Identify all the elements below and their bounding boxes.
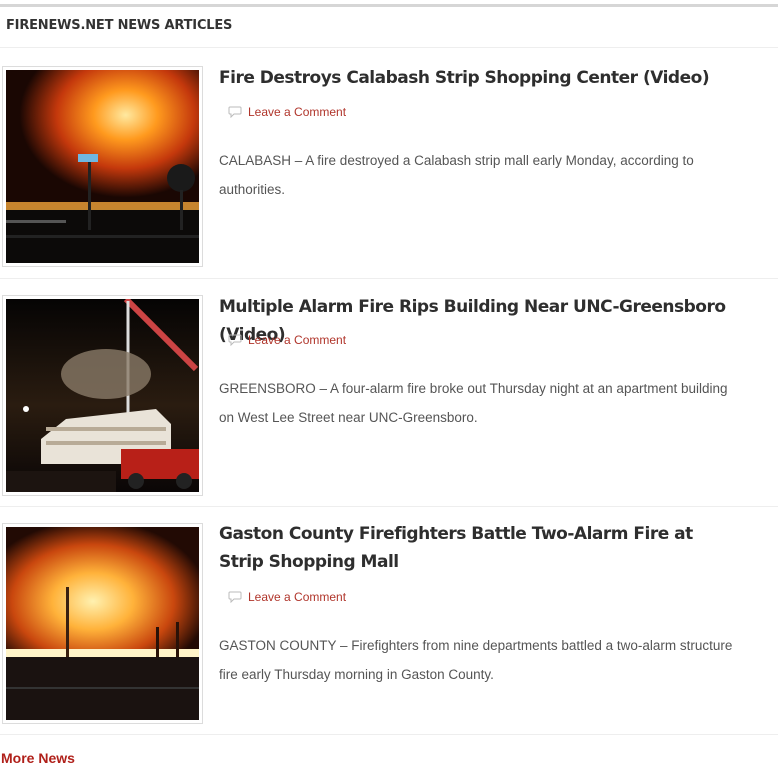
comment-bubble-icon xyxy=(228,334,242,346)
article-thumbnail[interactable] xyxy=(2,295,203,496)
fire-photo-image xyxy=(6,527,199,720)
article-divider xyxy=(0,506,778,507)
article-divider xyxy=(0,278,778,279)
article-excerpt: GREENSBORO – A four-alarm fire broke out… xyxy=(219,381,728,425)
article-headline[interactable]: Fire Destroys Calabash Strip Shopping Ce… xyxy=(219,64,775,92)
comment-bubble-icon xyxy=(228,591,242,603)
article-excerpt: CALABASH – A fire destroyed a Calabash s… xyxy=(219,153,694,197)
comment-bubble-icon xyxy=(228,106,242,118)
header-divider xyxy=(0,47,778,48)
fire-photo-image xyxy=(6,299,199,492)
leave-comment-link[interactable]: Leave a Comment xyxy=(228,333,346,347)
article-excerpt: GASTON COUNTY – Firefighters from nine d… xyxy=(219,638,733,682)
leave-comment-link[interactable]: Leave a Comment xyxy=(228,590,346,604)
comment-link-label: Leave a Comment xyxy=(248,590,347,604)
leave-comment-link[interactable]: Leave a Comment xyxy=(228,105,346,119)
article-divider xyxy=(0,734,778,735)
fire-photo-image xyxy=(6,70,199,263)
top-border xyxy=(0,4,778,7)
section-title: FIRENEWS.NET NEWS ARTICLES xyxy=(6,18,233,33)
article-thumbnail[interactable] xyxy=(2,523,203,724)
article-thumbnail[interactable] xyxy=(2,66,203,267)
article-headline[interactable]: Gaston County Firefighters Battle Two-Al… xyxy=(219,520,729,576)
comment-link-label: Leave a Comment xyxy=(248,333,347,347)
comment-link-label: Leave a Comment xyxy=(248,105,347,119)
more-news-link[interactable]: More News xyxy=(1,750,75,766)
